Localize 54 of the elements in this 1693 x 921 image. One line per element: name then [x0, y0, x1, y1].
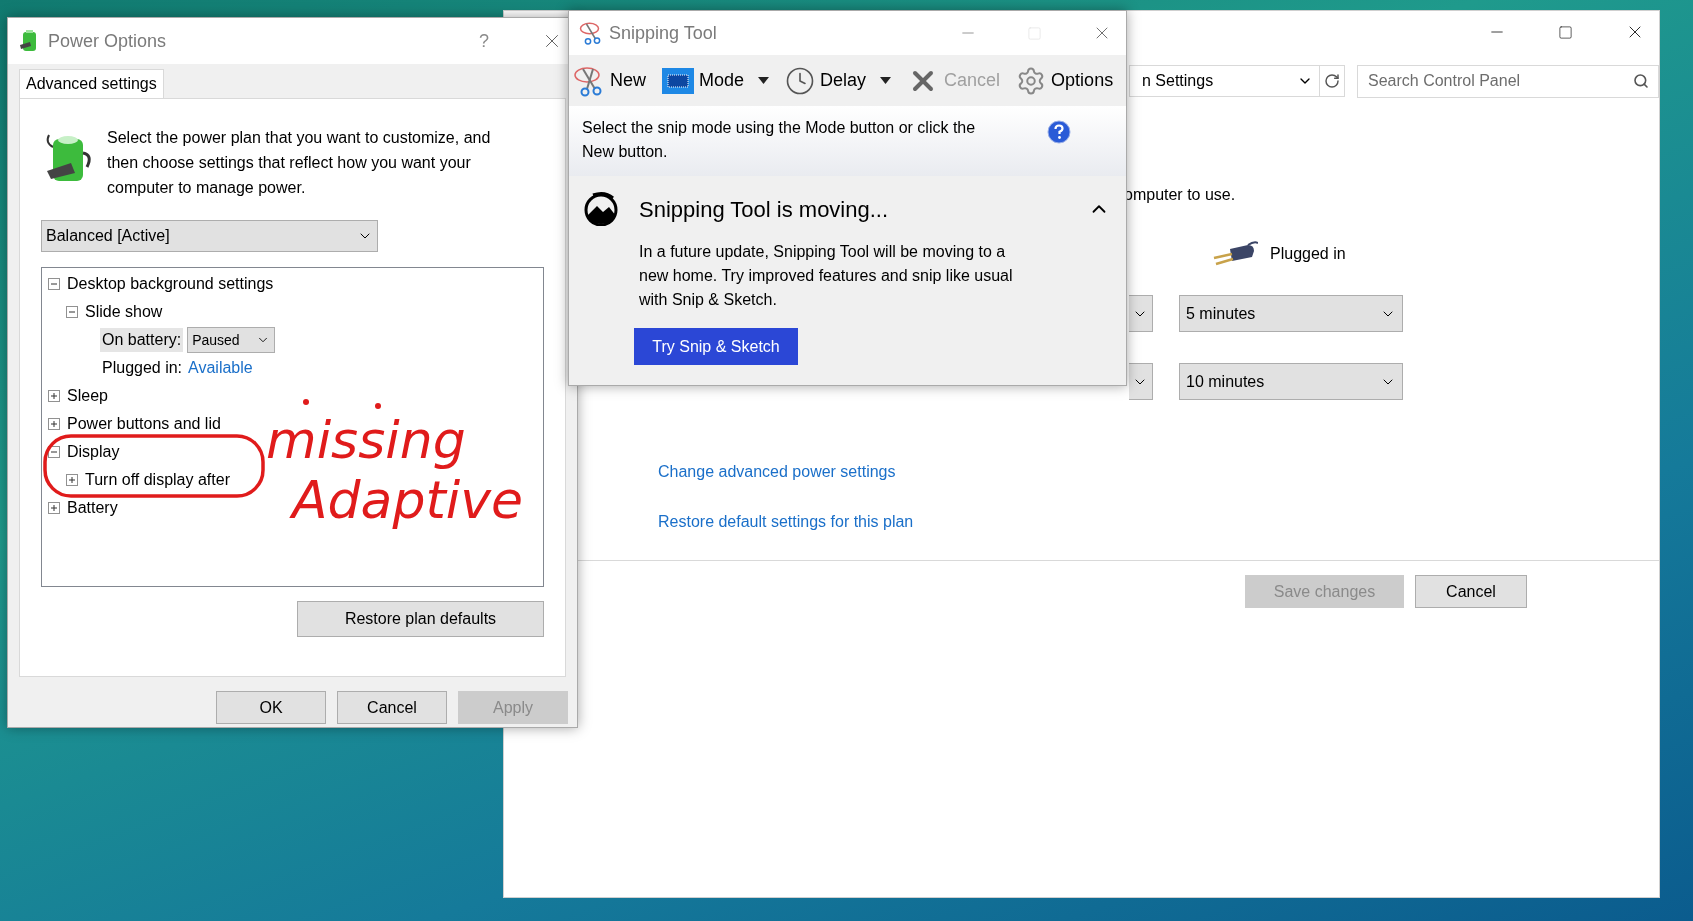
toolbar-button[interactable]: Options: [1016, 65, 1114, 96]
refresh-icon: [1324, 73, 1340, 89]
expand-icon[interactable]: [48, 502, 60, 514]
dialog-button[interactable]: OK: [216, 691, 326, 724]
setting-link[interactable]: Available: [188, 356, 253, 380]
expand-icon[interactable]: [66, 474, 78, 486]
search-icon: [1633, 72, 1649, 89]
maximize-icon[interactable]: [1558, 24, 1573, 40]
rectangle-snip-icon: [662, 67, 694, 94]
settings-link[interactable]: Change advanced power settings: [658, 460, 896, 484]
dropdown-arrow-icon[interactable]: [880, 77, 892, 84]
power-plug-icon: [1212, 241, 1258, 267]
tree-item[interactable]: Sleep: [66, 384, 109, 408]
tree-item[interactable]: Display: [66, 440, 121, 464]
refresh-button[interactable]: [1319, 65, 1345, 97]
plan-dropdown[interactable]: Balanced [Active]: [41, 220, 378, 252]
tree-item[interactable]: Turn off display after: [84, 468, 231, 492]
expand-icon[interactable]: [48, 390, 60, 402]
setting-label[interactable]: On battery:: [100, 328, 184, 352]
toolbar-button[interactable]: Mode: [662, 67, 745, 94]
dialog-button[interactable]: Restore plan defaults: [297, 601, 544, 637]
notice-text: In a future update, Snipping Tool will be moving to a new home. Try improved features and snip like usual with Snip & Sketch.: [639, 242, 1014, 310]
tree-item[interactable]: Battery: [66, 496, 119, 520]
expand-icon[interactable]: [48, 418, 60, 430]
info-text: Select the snip mode using the Mode button or click the New button.: [582, 118, 977, 162]
search-field[interactable]: Search Control Panel: [1357, 64, 1659, 98]
dialog-button[interactable]: Cancel: [337, 691, 447, 724]
dropdown-arrow-icon[interactable]: [758, 77, 770, 84]
dialog-button[interactable]: Cancel: [1415, 575, 1527, 608]
toolbar-button[interactable]: New: [573, 64, 646, 97]
window-title: Power Options: [48, 29, 167, 53]
handwritten-note: missing: [266, 410, 466, 470]
setting-dropdown[interactable]: 10 minutes: [1179, 363, 1403, 400]
help-button[interactable]: ?: [479, 27, 489, 55]
tree-item[interactable]: Desktop background settings: [66, 272, 275, 296]
window-title: Snipping Tool: [609, 21, 717, 45]
address-bar[interactable]: n Settings: [1129, 65, 1320, 97]
help-icon[interactable]: [1047, 120, 1071, 144]
toolbar-button[interactable]: Delay: [785, 65, 867, 96]
intro-text: omputer to use.: [1124, 185, 1237, 205]
settings-link[interactable]: Restore default settings for this plan: [658, 510, 914, 534]
clock-icon: [785, 65, 816, 96]
tree-item[interactable]: Power buttons and lid: [66, 412, 222, 436]
snip-sketch-logo-icon: [583, 192, 619, 226]
try-snip-sketch-button[interactable]: Try Snip & Sketch: [634, 328, 798, 365]
setting-label[interactable]: Plugged in:: [100, 356, 185, 380]
description-text: Select the power plan that you want to customize, and then choose settings that reflect how you want your computer to manage power.: [107, 128, 492, 198]
tree-item[interactable]: Slide show: [84, 300, 164, 324]
notice-title: Snipping Tool is moving...: [639, 195, 889, 224]
setting-select[interactable]: Paused: [187, 327, 276, 353]
tab[interactable]: Advanced settings: [19, 69, 164, 98]
setting-dropdown[interactable]: 5 minutes: [1179, 295, 1403, 332]
column-heading: Plugged in: [1270, 244, 1346, 264]
scissors-icon: [579, 21, 603, 45]
